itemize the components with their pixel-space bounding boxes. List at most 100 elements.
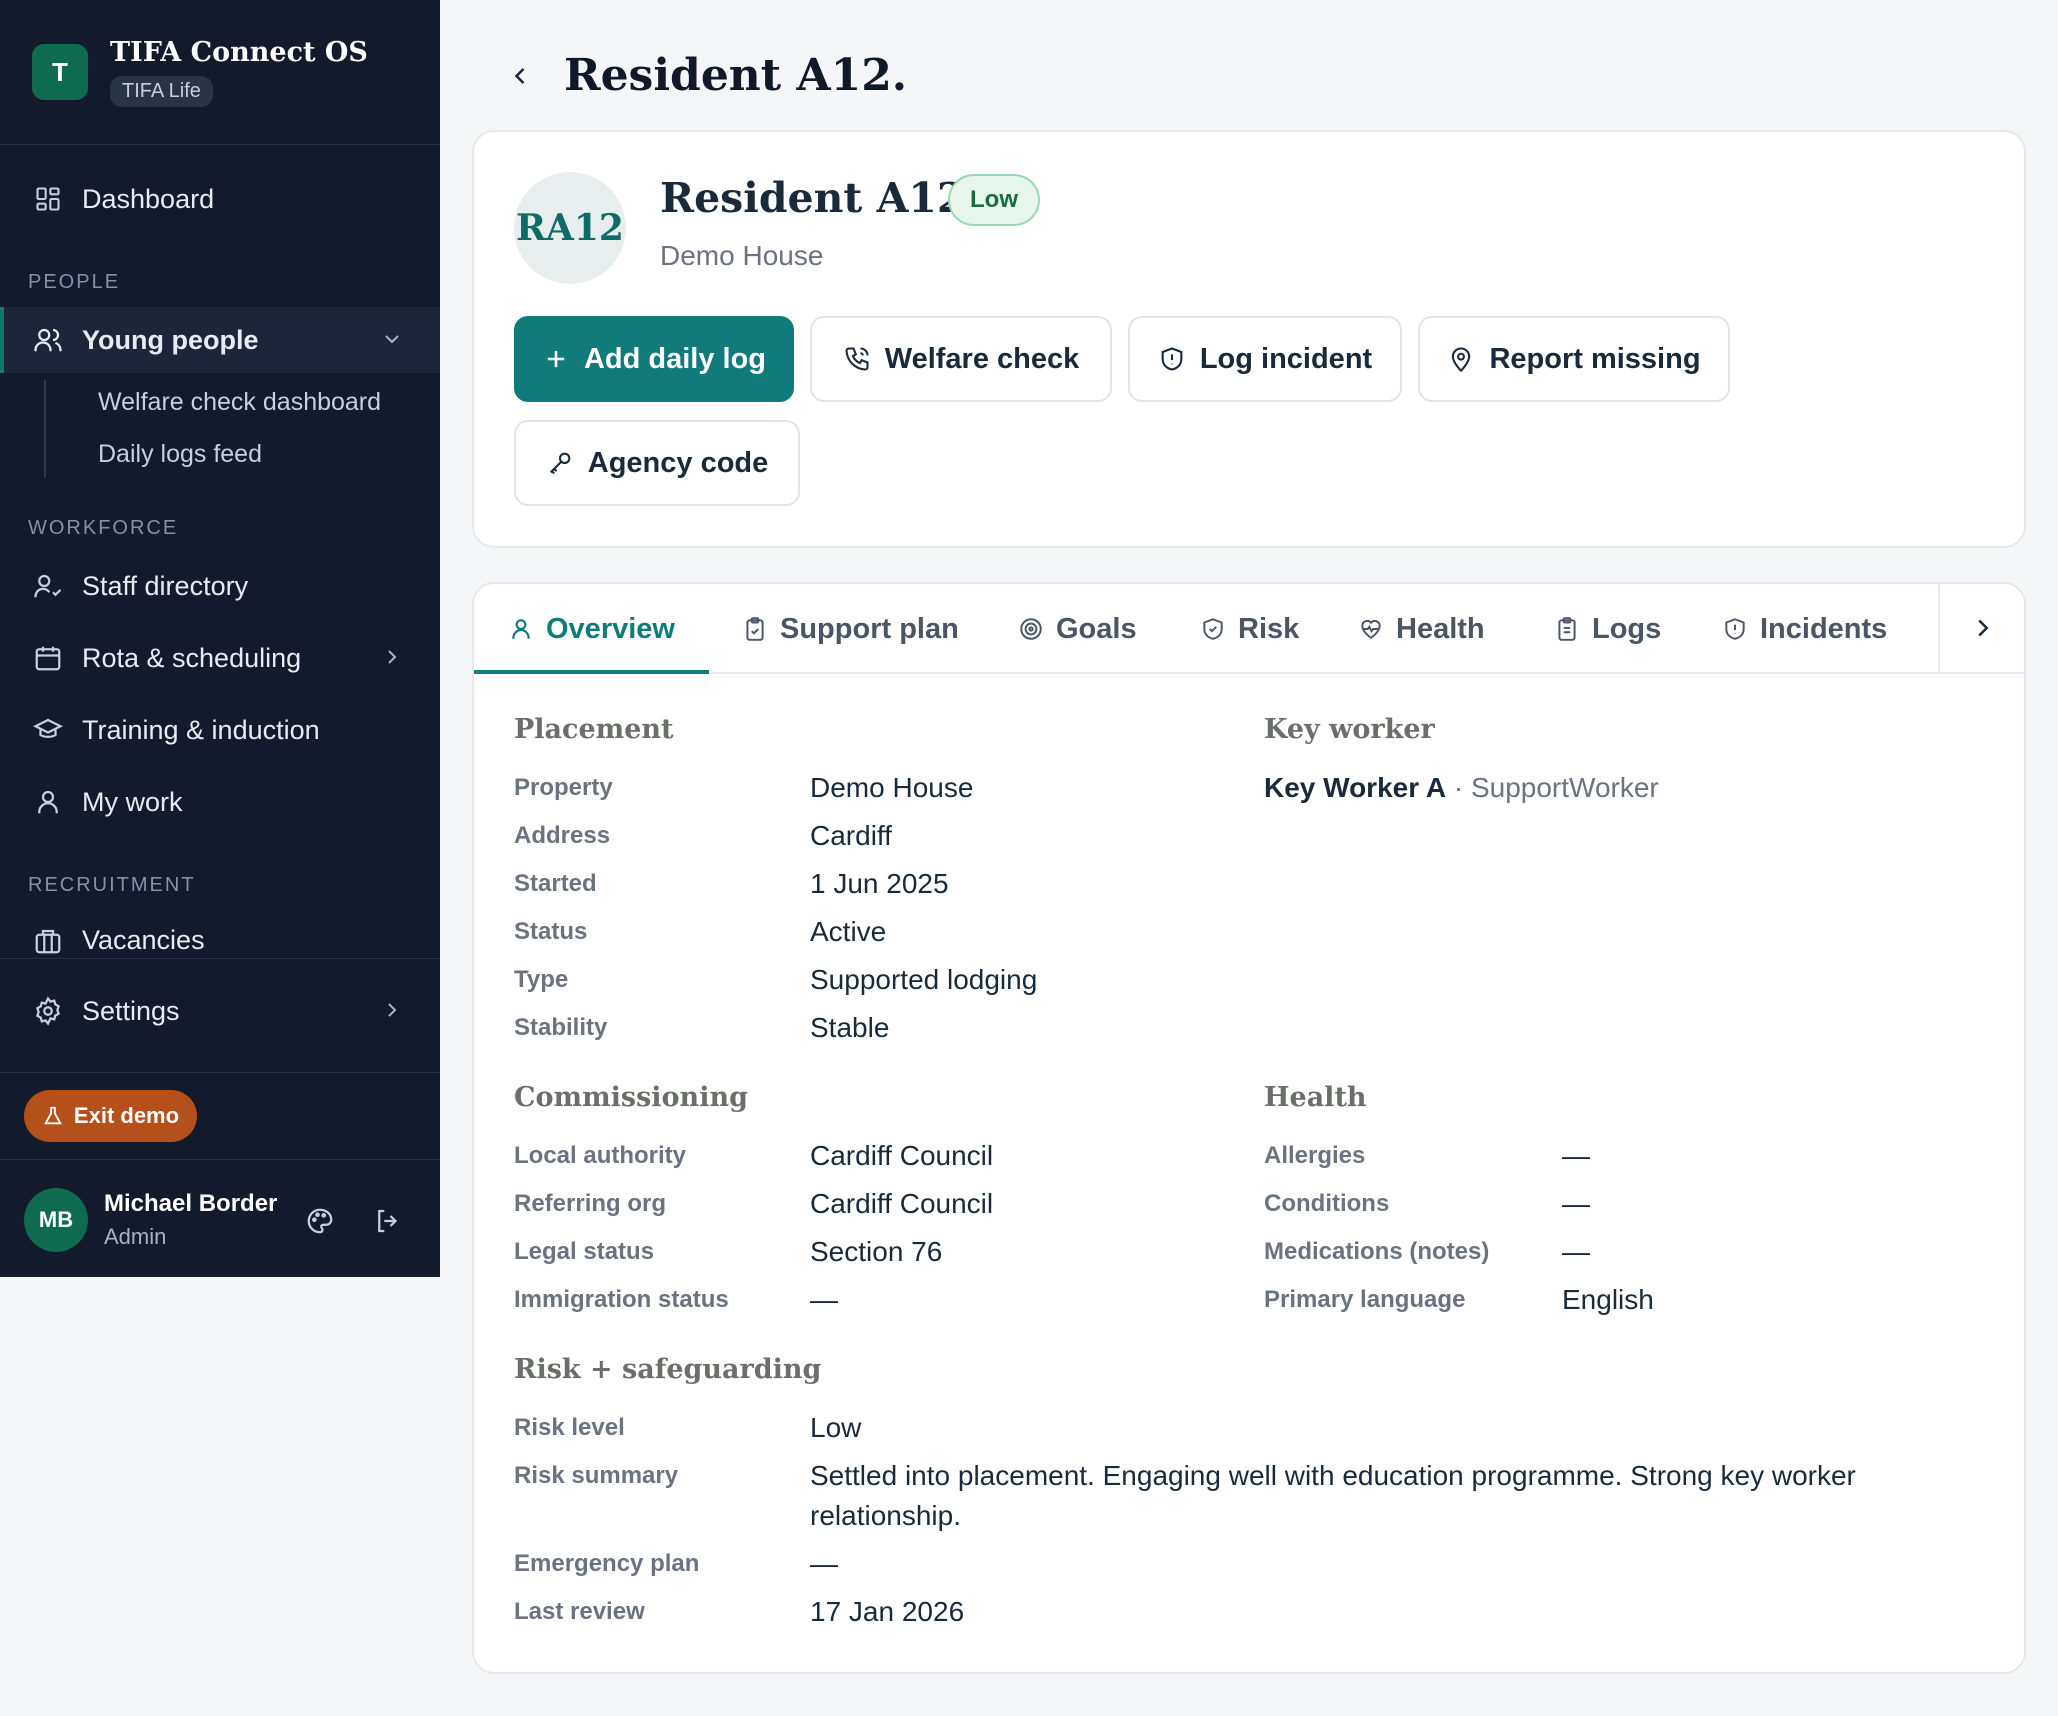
profile-card: RA12 Resident A12. Low Demo House Add da… bbox=[472, 130, 2026, 548]
chevron-right-icon bbox=[1978, 619, 1989, 637]
tab-incidents[interactable]: Incidents bbox=[1722, 584, 1887, 674]
field-label: Started bbox=[514, 870, 597, 897]
section-workforce: WORKFORCE bbox=[28, 517, 179, 539]
field-label: Immigration status bbox=[514, 1286, 729, 1313]
user-role: Admin bbox=[104, 1224, 167, 1249]
log-incident-button[interactable]: Log incident bbox=[1128, 316, 1402, 402]
graduation-cap-icon bbox=[32, 714, 64, 746]
flask-icon bbox=[44, 1106, 62, 1125]
field-label: Type bbox=[514, 966, 569, 993]
target-icon bbox=[1020, 618, 1042, 640]
key-worker-name[interactable]: Key Worker A bbox=[1264, 772, 1446, 803]
field-label: Risk summary bbox=[514, 1462, 679, 1489]
clipboard-list-icon bbox=[1558, 617, 1576, 641]
field-value: Supported lodging bbox=[810, 964, 1038, 995]
nav-staff-directory-label: Staff directory bbox=[82, 570, 249, 601]
exit-demo-button[interactable]: Exit demo bbox=[24, 1090, 197, 1142]
logout-icon[interactable] bbox=[373, 1206, 403, 1236]
nav-young-people[interactable]: Young people bbox=[0, 307, 440, 373]
add-daily-log-button[interactable]: Add daily log bbox=[514, 316, 794, 402]
field-label: Allergies bbox=[1264, 1142, 1366, 1169]
tab-logs-label: Logs bbox=[1592, 612, 1662, 645]
risk-badge: Low bbox=[948, 174, 1040, 226]
nav-my-work-label: My work bbox=[82, 786, 183, 817]
tab-risk-label: Risk bbox=[1238, 612, 1300, 645]
field-value: Active bbox=[810, 916, 887, 947]
tab-support-plan[interactable]: Support plan bbox=[742, 584, 959, 674]
field-value: Stable bbox=[810, 1012, 890, 1043]
field-value: — bbox=[1562, 1140, 1590, 1171]
commissioning-title: Commissioning bbox=[514, 1082, 748, 1113]
tab-overview[interactable]: Overview bbox=[508, 584, 675, 674]
page-title: Resident A12. bbox=[564, 50, 908, 101]
sidebar: T TIFA Connect OS TIFA Life Dashboard PE… bbox=[0, 0, 440, 1277]
tab-goals[interactable]: Goals bbox=[1018, 584, 1137, 674]
nav-training[interactable]: Training & induction bbox=[0, 697, 440, 763]
agency-code-label: Agency code bbox=[587, 446, 769, 479]
field-value: Cardiff Council bbox=[810, 1140, 994, 1171]
tab-risk[interactable]: Risk bbox=[1200, 584, 1299, 674]
shield-alert-icon bbox=[1161, 347, 1183, 371]
page-header: Resident A12. bbox=[500, 50, 907, 101]
user-profile: MB Michael Border Admin bbox=[24, 1188, 277, 1252]
nav-my-work[interactable]: My work bbox=[0, 769, 440, 835]
subnav-line bbox=[44, 380, 46, 478]
field-label: Stability bbox=[514, 1014, 608, 1041]
nav-settings-label: Settings bbox=[82, 995, 180, 1026]
tab-overview-label: Overview bbox=[546, 612, 675, 645]
welfare-check-button[interactable]: Welfare check bbox=[810, 316, 1112, 402]
nav-staff-directory[interactable]: Staff directory bbox=[0, 553, 440, 619]
field-value: — bbox=[1562, 1236, 1590, 1267]
field-label: Primary language bbox=[1264, 1286, 1466, 1313]
nav-rota[interactable]: Rota & scheduling bbox=[0, 625, 440, 691]
field-label: Medications (notes) bbox=[1264, 1238, 1490, 1265]
palette-icon[interactable] bbox=[305, 1206, 335, 1236]
app-logo: T bbox=[32, 44, 88, 100]
tab-scroll-right-button[interactable] bbox=[1938, 584, 2026, 674]
health-title: Health bbox=[1264, 1082, 1367, 1113]
user-icon bbox=[32, 786, 64, 818]
back-button[interactable] bbox=[500, 56, 540, 96]
field-value: — bbox=[1562, 1188, 1590, 1219]
field-label: Emergency plan bbox=[514, 1550, 700, 1577]
risk-safeguarding-title: Risk + safeguarding bbox=[514, 1354, 822, 1385]
sidebar-divider bbox=[0, 1072, 440, 1073]
nav-welfare-check-dashboard[interactable]: Welfare check dashboard bbox=[98, 388, 381, 417]
key-worker-role: · SupportWorker bbox=[1453, 772, 1659, 803]
tab-health-label: Health bbox=[1396, 612, 1485, 645]
field-label: Risk level bbox=[514, 1414, 625, 1441]
chevron-right-icon bbox=[388, 650, 397, 664]
field-value: English bbox=[1562, 1284, 1654, 1315]
field-value: — bbox=[810, 1284, 838, 1315]
field-value: 17 Jan 2026 bbox=[810, 1596, 965, 1627]
nav-dashboard-label: Dashboard bbox=[82, 183, 215, 214]
key-worker-title: Key worker bbox=[1264, 714, 1435, 745]
user-check-icon bbox=[32, 570, 64, 602]
key-icon bbox=[549, 452, 571, 475]
field-label: Referring org bbox=[514, 1190, 667, 1217]
welfare-check-label: Welfare check bbox=[884, 342, 1080, 375]
field-value: Cardiff Council bbox=[810, 1188, 994, 1219]
tab-health[interactable]: Health bbox=[1358, 584, 1485, 674]
details-card: Overview Support plan Goals Risk Health … bbox=[472, 582, 2026, 1674]
org-badge: TIFA Life bbox=[110, 76, 213, 107]
field-label: Last review bbox=[514, 1598, 645, 1625]
plus-icon bbox=[547, 350, 565, 368]
resident-house: Demo House bbox=[660, 240, 824, 271]
field-value: Settled into placement. Engaging well wi… bbox=[810, 1460, 1856, 1531]
nav-settings[interactable]: Settings bbox=[0, 978, 440, 1044]
calendar-icon bbox=[32, 642, 64, 674]
clipboard-check-icon bbox=[746, 617, 764, 641]
field-label: Legal status bbox=[514, 1238, 655, 1265]
nav-daily-logs-feed[interactable]: Daily logs feed bbox=[98, 440, 262, 469]
nav-vacancies[interactable]: Vacancies bbox=[0, 911, 440, 957]
tab-logs[interactable]: Logs bbox=[1554, 584, 1661, 674]
section-recruitment: RECRUITMENT bbox=[28, 874, 196, 896]
report-missing-label: Report missing bbox=[1489, 342, 1701, 375]
nav-vacancies-label: Vacancies bbox=[82, 925, 205, 955]
agency-code-button[interactable]: Agency code bbox=[514, 420, 800, 506]
tab-support-plan-label: Support plan bbox=[780, 612, 959, 645]
nav-dashboard[interactable]: Dashboard bbox=[0, 166, 440, 232]
report-missing-button[interactable]: Report missing bbox=[1418, 316, 1730, 402]
nav-young-people-label: Young people bbox=[82, 324, 259, 355]
